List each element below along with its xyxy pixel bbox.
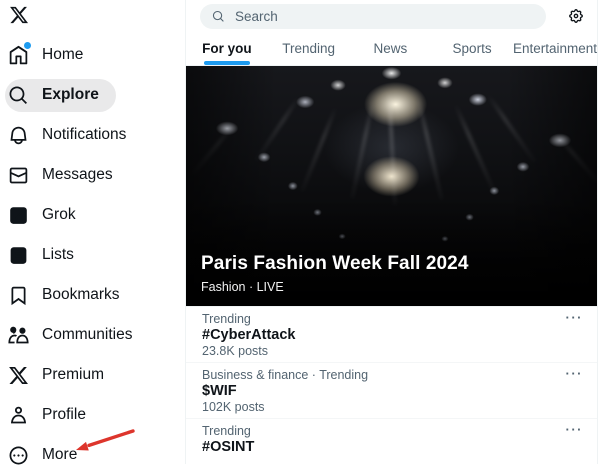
person-icon: [8, 405, 29, 426]
sidebar-item-label: Premium: [42, 366, 105, 383]
sidebar-item-label: Communities: [42, 326, 133, 343]
ellipsis-icon: ···: [565, 366, 583, 381]
sidebar-item-premium[interactable]: Premium: [0, 355, 185, 395]
sidebar-item-label: Notifications: [42, 126, 127, 143]
sidebar-item-label: Messages: [42, 166, 113, 183]
trend-item[interactable]: Trending #OSINT ···: [186, 419, 597, 459]
sidebar-item-more[interactable]: More: [0, 435, 185, 475]
search-bar[interactable]: [200, 3, 546, 29]
hero-trend-banner[interactable]: Paris Fashion Week Fall 2024 Fashion · L…: [186, 66, 597, 307]
trend-title: #OSINT: [202, 439, 255, 455]
sidebar-item-label: Lists: [42, 246, 74, 263]
sidebar-item-label: Home: [42, 46, 84, 63]
ellipsis-icon: ···: [565, 422, 583, 437]
x-logo[interactable]: [9, 5, 31, 27]
sidebar-item-grok[interactable]: Grok: [0, 195, 185, 235]
sidebar: Home Explore Notifications Messages Grok…: [0, 0, 185, 464]
bell-icon: [8, 125, 29, 146]
sidebar-item-bookmarks[interactable]: Bookmarks: [0, 275, 185, 315]
x-premium-icon: [8, 365, 29, 386]
trend-item[interactable]: Business & finance · Trending $WIF 102K …: [186, 363, 597, 419]
settings-button[interactable]: [565, 5, 587, 27]
home-notification-dot: [24, 41, 31, 49]
ellipsis-icon: ···: [565, 310, 583, 325]
hero-title: Paris Fashion Week Fall 2024: [201, 253, 469, 274]
trend-title: #CyberAttack: [202, 327, 296, 343]
explore-timeline: For you Trending News Sports Entertainme…: [185, 0, 598, 464]
bookmark-icon: [8, 285, 29, 306]
trend-context: Business & finance · Trending: [202, 368, 369, 382]
grok-icon: [8, 205, 29, 226]
sidebar-item-notifications[interactable]: Notifications: [0, 115, 185, 155]
explore-tabs: For you Trending News Sports Entertainme…: [186, 32, 597, 66]
tab-trending[interactable]: Trending: [268, 32, 350, 65]
sidebar-item-communities[interactable]: Communities: [0, 315, 185, 355]
explore-icon: [8, 85, 29, 106]
trend-overflow-button[interactable]: ···: [566, 423, 584, 437]
trend-overflow-button[interactable]: ···: [566, 367, 584, 381]
x-explore-page: Home Explore Notifications Messages Grok…: [0, 0, 600, 464]
communities-icon: [8, 325, 29, 346]
trend-post-count: 23.8K posts: [202, 344, 269, 358]
sidebar-item-label: Profile: [42, 406, 86, 423]
more-circle-icon: [8, 445, 29, 466]
explore-header: [186, 0, 597, 32]
sidebar-item-lists[interactable]: Lists: [0, 235, 185, 275]
sidebar-item-home[interactable]: Home: [0, 35, 185, 75]
envelope-icon: [8, 165, 29, 186]
active-tab-underline: [203, 61, 250, 65]
sidebar-item-label: Grok: [42, 206, 76, 223]
hero-subtitle: Fashion · LIVE: [201, 280, 284, 294]
sidebar-item-explore[interactable]: Explore: [0, 75, 185, 115]
trend-title: $WIF: [202, 383, 237, 399]
tab-sports[interactable]: Sports: [431, 32, 513, 65]
sidebar-item-label: More: [42, 446, 78, 463]
sidebar-item-profile[interactable]: Profile: [0, 395, 185, 435]
sidebar-item-label: Bookmarks: [42, 286, 120, 303]
list-icon: [8, 245, 29, 266]
trend-item[interactable]: Trending #CyberAttack 23.8K posts ···: [186, 307, 597, 363]
trend-post-count: 102K posts: [202, 400, 265, 414]
trend-context: Trending: [202, 312, 251, 326]
tab-entertainment[interactable]: Entertainment: [513, 32, 597, 65]
home-icon: [8, 41, 31, 66]
trend-context: Trending: [202, 424, 251, 438]
sidebar-item-label: Explore: [42, 86, 99, 103]
sidebar-nav: Home Explore Notifications Messages Grok…: [0, 35, 185, 475]
trend-list: Trending #CyberAttack 23.8K posts ··· Bu…: [186, 307, 597, 459]
sidebar-item-messages[interactable]: Messages: [0, 155, 185, 195]
search-icon: [212, 10, 224, 22]
gear-icon: [569, 9, 583, 23]
hero-caption: Paris Fashion Week Fall 2024 Fashion · L…: [201, 253, 469, 294]
tab-news[interactable]: News: [349, 32, 431, 65]
tab-for-you[interactable]: For you: [186, 32, 268, 65]
trend-overflow-button[interactable]: ···: [566, 311, 584, 325]
search-input[interactable]: [235, 8, 534, 24]
